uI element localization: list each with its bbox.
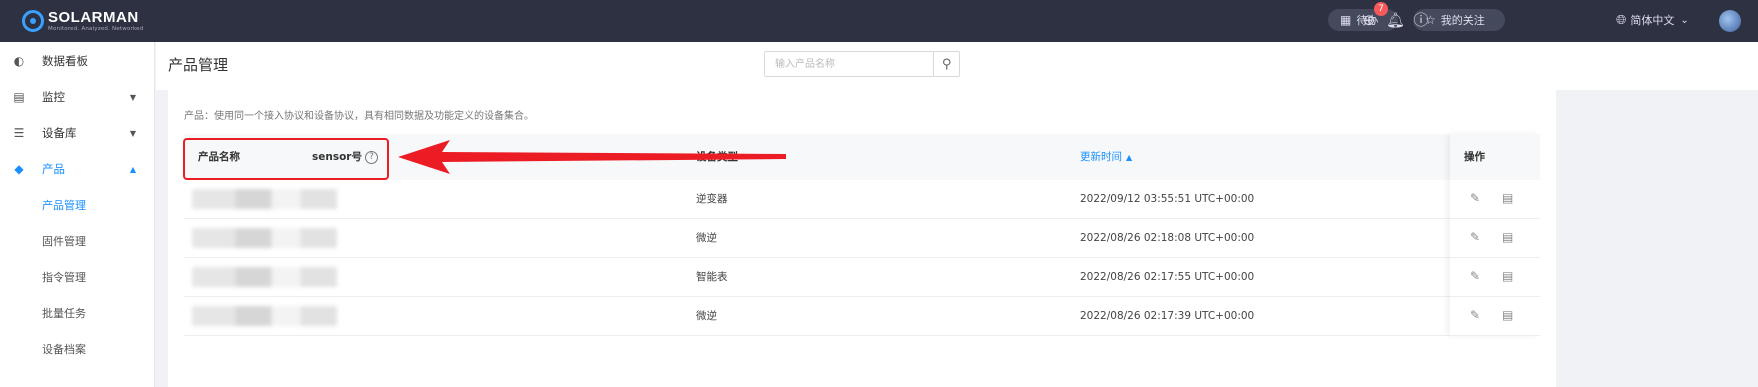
updated-header-label: 更新时间 bbox=[1080, 151, 1122, 163]
add-circle-icon[interactable]: ⊕ bbox=[1360, 11, 1378, 29]
redacted-product-name bbox=[192, 267, 337, 287]
table-row: 逆变器 2022/09/12 03:55:51 UTC+00:00 bbox=[184, 180, 1540, 219]
annotation-highlight-box bbox=[183, 138, 389, 180]
product-search: ⚲ bbox=[764, 51, 960, 77]
sidebar-subitem-label: 指令管理 bbox=[42, 271, 86, 284]
sidebar-item-device-library[interactable]: ☰ 设备库 ▼ bbox=[0, 115, 154, 151]
sidebar-subitem-label: 产品管理 bbox=[42, 199, 86, 212]
details-icon[interactable]: ▤ bbox=[1502, 269, 1513, 283]
redacted-product-name bbox=[192, 306, 337, 326]
column-header-updated[interactable]: 更新时间 ▲︎ bbox=[1080, 134, 1132, 180]
sidebar-item-label: 设备库 bbox=[42, 126, 77, 140]
gauge-icon: ◐ bbox=[13, 54, 25, 68]
sidebar-item-product[interactable]: ◆ 产品 ▲ bbox=[0, 151, 154, 187]
actions-row: ✎ ▤ bbox=[1450, 258, 1540, 297]
redacted-product-name bbox=[192, 189, 337, 209]
caret-down-icon: ▼ bbox=[129, 128, 136, 138]
sidebar-item-label: 监控 bbox=[42, 90, 65, 104]
annotation-arrow bbox=[398, 140, 786, 174]
sort-icon[interactable]: ▲︎ bbox=[1126, 153, 1132, 162]
device-type-cell: 逆变器 bbox=[696, 193, 728, 205]
details-icon[interactable]: ▤ bbox=[1502, 191, 1513, 205]
edit-icon[interactable]: ✎ bbox=[1470, 269, 1480, 283]
sidebar-subitem-device-archive[interactable]: 设备档案 bbox=[0, 331, 154, 367]
globe-icon: 🌐︎ bbox=[1616, 12, 1627, 28]
actions-row: ✎ ▤ bbox=[1450, 219, 1540, 258]
details-icon[interactable]: ▤ bbox=[1502, 230, 1513, 244]
updated-time-cell: 2022/09/12 03:55:51 UTC+00:00 bbox=[1080, 193, 1255, 205]
table-row: 智能表 2022/08/26 02:17:55 UTC+00:00 bbox=[184, 258, 1540, 297]
caret-up-icon: ▲ bbox=[129, 164, 136, 174]
brand-name: SOLARMAN bbox=[48, 8, 139, 26]
top-bar: SOLARMAN Monitored. Analyzed. Networked … bbox=[0, 0, 1758, 42]
updated-time-cell: 2022/08/26 02:18:08 UTC+00:00 bbox=[1080, 232, 1255, 244]
layers-icon: ◆ bbox=[14, 162, 24, 176]
chevron-down-icon: ⌄ bbox=[1680, 14, 1689, 26]
updated-time-cell: 2022/08/26 02:17:39 UTC+00:00 bbox=[1080, 310, 1255, 322]
language-selector[interactable]: 🌐︎ 简体中文 ⌄ bbox=[1616, 12, 1689, 28]
search-icon: ⚲ bbox=[941, 56, 952, 72]
brand-tagline: Monitored. Analyzed. Networked bbox=[48, 25, 144, 32]
sidebar-item-monitor[interactable]: ▤ 监控 ▼ bbox=[0, 79, 154, 115]
edit-icon[interactable]: ✎ bbox=[1470, 308, 1480, 322]
search-button[interactable]: ⚲ bbox=[933, 52, 959, 76]
search-input[interactable] bbox=[765, 52, 934, 76]
sidebar: ◐ 数据看板 ▤ 监控 ▼ ☰ 设备库 ▼ ◆ 产品 ▲ 产品管理 固件管理 指… bbox=[0, 42, 155, 387]
sidebar-item-label: 数据看板 bbox=[42, 54, 88, 68]
sidebar-item-label: 产品 bbox=[42, 162, 65, 176]
bell-icon[interactable]: 🔔︎ bbox=[1386, 11, 1405, 29]
table-row: 微逆 2022/08/26 02:17:39 UTC+00:00 bbox=[184, 297, 1540, 336]
edit-icon[interactable]: ✎ bbox=[1470, 191, 1480, 205]
sidebar-subitem-firmware-management[interactable]: 固件管理 bbox=[0, 223, 154, 259]
sidebar-subitem-label: 固件管理 bbox=[42, 235, 86, 248]
edit-icon[interactable]: ✎ bbox=[1470, 230, 1480, 244]
brand-logo[interactable]: SOLARMAN Monitored. Analyzed. Networked bbox=[22, 10, 143, 33]
sidebar-subitem-product-management[interactable]: 产品管理 bbox=[0, 187, 154, 223]
redacted-product-name bbox=[192, 228, 337, 248]
follow-label: 我的关注 bbox=[1440, 14, 1485, 27]
actions-row: ✎ ▤ bbox=[1450, 180, 1540, 219]
server-icon: ☰ bbox=[13, 126, 25, 140]
content-panel: 产品：使用同一个接入协议和设备协议，具有相同数据及功能定义的设备集合。 产品名称… bbox=[168, 90, 1556, 387]
updated-time-cell: 2022/08/26 02:17:55 UTC+00:00 bbox=[1080, 271, 1255, 283]
language-label: 简体中文 bbox=[1630, 14, 1675, 27]
column-header-actions: 操作 bbox=[1450, 134, 1540, 180]
table-row: 微逆 2022/08/26 02:18:08 UTC+00:00 bbox=[184, 219, 1540, 258]
actions-row: ✎ ▤ bbox=[1450, 297, 1540, 336]
caret-down-icon: ▼ bbox=[129, 92, 136, 102]
sidebar-subitem-batch-tasks[interactable]: 批量任务 bbox=[0, 295, 154, 331]
user-avatar[interactable] bbox=[1719, 10, 1741, 32]
device-type-cell: 微逆 bbox=[696, 310, 717, 322]
page-title: 产品管理 bbox=[168, 56, 229, 74]
calendar-icon: ▦ bbox=[1340, 13, 1352, 27]
sidebar-item-dashboard[interactable]: ◐ 数据看板 bbox=[0, 43, 154, 79]
help-icon[interactable]: ⓘ bbox=[1412, 11, 1430, 29]
page-description: 产品：使用同一个接入协议和设备协议，具有相同数据及功能定义的设备集合。 bbox=[184, 111, 534, 122]
details-icon[interactable]: ▤ bbox=[1502, 308, 1513, 322]
sidebar-subitem-label: 批量任务 bbox=[42, 307, 86, 320]
sidebar-subitem-label: 设备档案 bbox=[42, 343, 86, 356]
device-type-cell: 智能表 bbox=[696, 271, 728, 283]
monitor-icon: ▤ bbox=[13, 90, 25, 104]
solarman-logo-icon bbox=[22, 10, 44, 32]
sidebar-subitem-command-management[interactable]: 指令管理 bbox=[0, 259, 154, 295]
page-header: 产品管理 ⚲ bbox=[156, 42, 1758, 90]
device-type-cell: 微逆 bbox=[696, 232, 717, 244]
actions-column: 操作 ✎ ▤ ✎ ▤ ✎ ▤ ✎ ▤ bbox=[1450, 134, 1540, 336]
